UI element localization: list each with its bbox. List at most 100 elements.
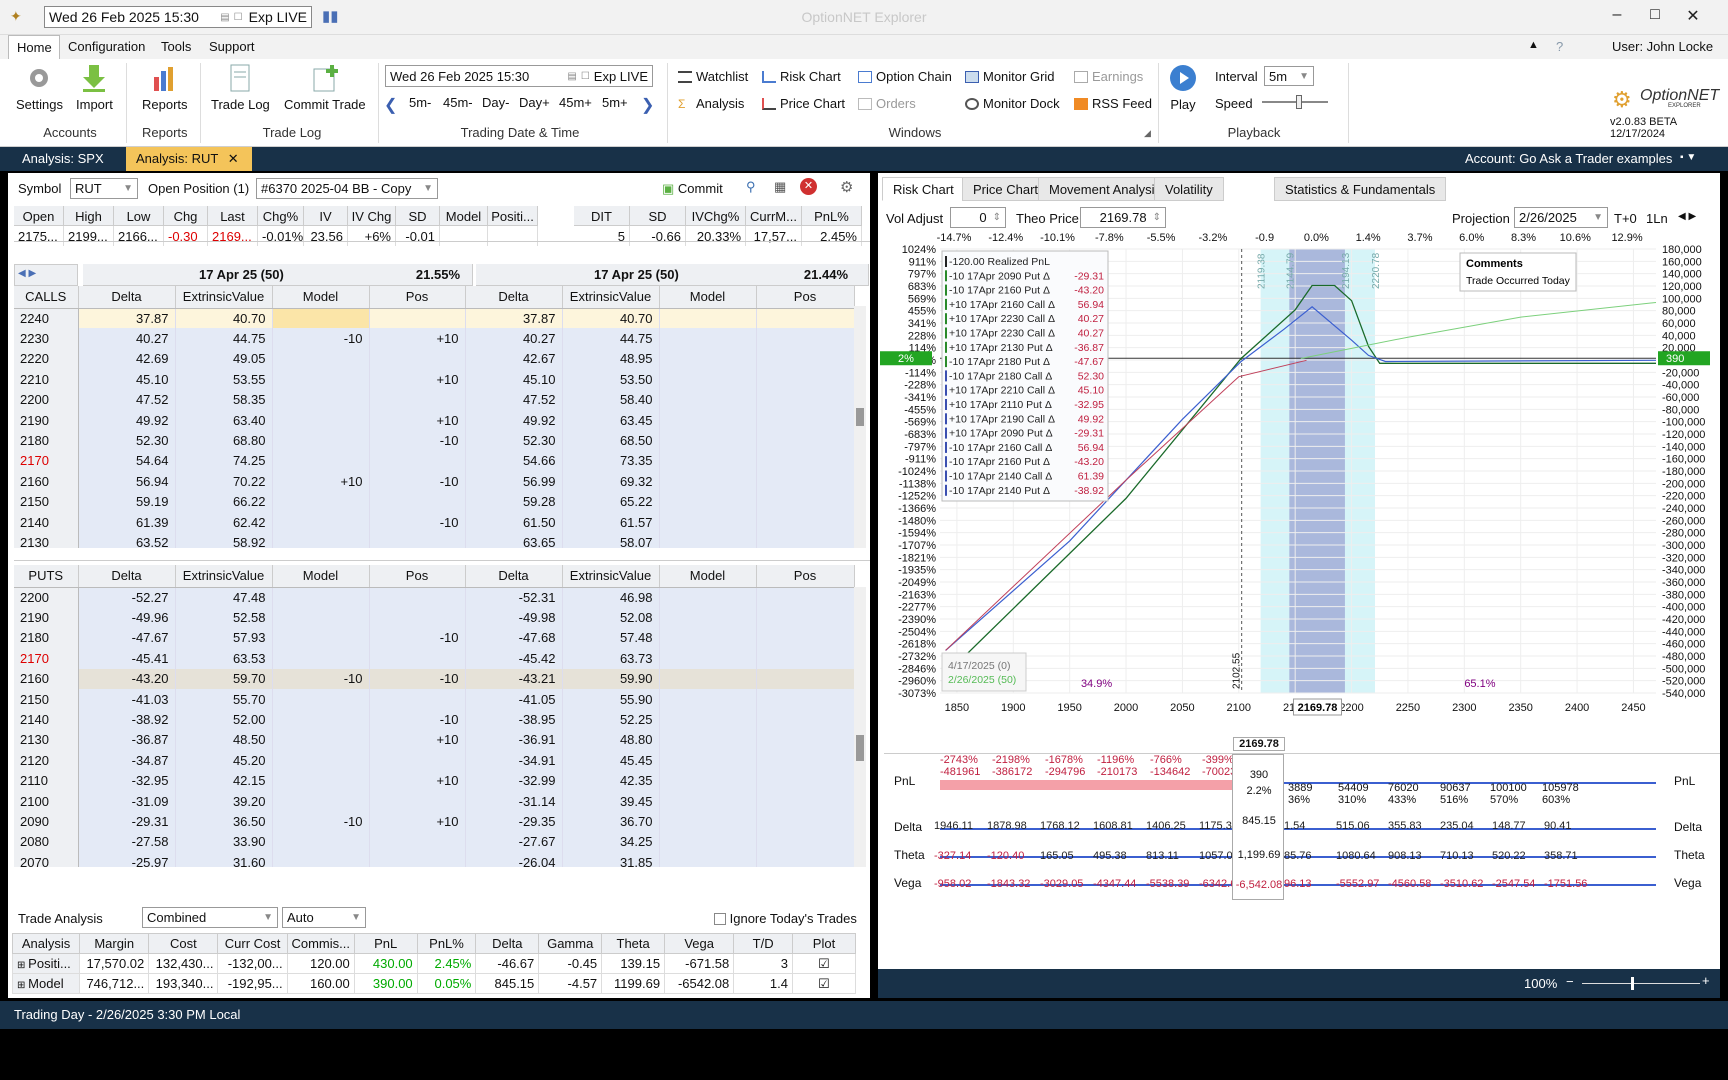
chain-cell[interactable] <box>756 750 855 771</box>
chain-cell[interactable] <box>659 852 757 867</box>
ta-column-header[interactable]: Curr Cost <box>217 933 288 954</box>
chain-cell[interactable]: -45.42 <box>465 648 563 669</box>
step-45m-forward[interactable]: 45m+ <box>559 95 592 110</box>
chain-cell[interactable]: -32.99 <box>465 770 563 791</box>
chain-cell[interactable]: -32.95 <box>78 770 176 791</box>
chain-cell[interactable]: 54.64 <box>78 450 176 472</box>
chain-cell[interactable]: 31.85 <box>562 852 660 867</box>
chain-cell[interactable]: -29.35 <box>465 811 563 832</box>
ta-column-header[interactable]: Analysis <box>11 933 81 954</box>
chain-cell[interactable] <box>272 729 370 751</box>
strike-cell[interactable]: 2140 <box>14 511 79 533</box>
chain-cell[interactable] <box>659 389 757 410</box>
chain-cell[interactable] <box>659 770 757 791</box>
t-plus-label[interactable]: T+0 <box>1614 211 1637 226</box>
chain-column-header[interactable]: Pos <box>369 286 466 309</box>
chain-row[interactable]: 2070 -25.97 31.60 -26.04 31.85 <box>14 852 855 867</box>
chain-cell[interactable]: 63.52 <box>78 532 176 548</box>
strike-cell[interactable]: 2230 <box>14 328 79 349</box>
chain-cell[interactable] <box>272 348 370 370</box>
chain-cell[interactable] <box>756 709 855 730</box>
chain-cell[interactable]: 74.25 <box>175 450 273 472</box>
chain-cell[interactable]: +10 <box>369 729 466 751</box>
delete-icon[interactable]: ✕ <box>800 178 817 195</box>
analysis-button[interactable]: Σ Analysis <box>678 96 744 111</box>
chain-cell[interactable] <box>272 688 370 710</box>
chain-row[interactable]: 2130 -36.87 48.50 +10 -36.91 48.80 <box>14 729 855 751</box>
chain-cell[interactable]: -10 <box>369 709 466 730</box>
ta-column-header[interactable]: Plot <box>791 933 857 954</box>
chain-cell[interactable] <box>272 532 370 548</box>
chain-cell[interactable]: -52.27 <box>78 587 176 608</box>
chain-cell[interactable]: 59.28 <box>465 491 563 512</box>
chain-row[interactable]: 2150 -41.03 55.70 -41.05 55.90 <box>14 688 855 710</box>
chain-cell[interactable] <box>272 852 370 867</box>
strike-cell[interactable]: 2190 <box>14 409 79 431</box>
chain-cell[interactable] <box>659 491 757 512</box>
chain-cell[interactable] <box>272 790 370 812</box>
chain-cell[interactable] <box>369 790 466 812</box>
ta-column-header[interactable]: Delta <box>475 933 540 954</box>
chain-cell[interactable] <box>272 511 370 533</box>
chain-cell[interactable] <box>369 532 466 548</box>
chain-row[interactable]: 2100 -31.09 39.20 -31.14 39.45 <box>14 790 855 812</box>
chain-cell[interactable]: -27.58 <box>78 831 176 853</box>
chain-cell[interactable] <box>756 627 855 649</box>
chain-cell[interactable]: 42.67 <box>465 348 563 370</box>
chain-cell[interactable] <box>272 587 370 608</box>
one-ln-label[interactable]: 1Ln <box>1646 211 1668 226</box>
reports-button[interactable]: Reports <box>142 63 188 112</box>
chain-row[interactable]: 2230 40.27 44.75 -10 +10 40.27 44.75 <box>14 328 855 349</box>
chain-cell[interactable] <box>756 831 855 853</box>
chain-cell[interactable]: 42.35 <box>562 770 660 791</box>
chain-cell[interactable]: 44.75 <box>175 328 273 349</box>
chain-cell[interactable] <box>756 491 855 512</box>
chain-cell[interactable] <box>272 648 370 669</box>
tab-statistics-fundamentals[interactable]: Statistics & Fundamentals <box>1274 177 1447 201</box>
chain-cell[interactable] <box>756 607 855 628</box>
tab-analysis-rut[interactable]: Analysis: RUT ✕ <box>126 147 252 171</box>
chain-cell[interactable]: 63.65 <box>465 532 563 548</box>
chain-cell[interactable]: 36.50 <box>175 811 273 832</box>
tab-risk-chart[interactable]: Risk Chart <box>882 177 965 201</box>
chain-row[interactable]: 2140 -38.92 52.00 -10 -38.95 52.25 <box>14 709 855 730</box>
trade-date-field[interactable]: Wed 26 Feb 2025 15:30 ▤ ☐ Exp LIVE <box>385 65 653 87</box>
ta-column-header[interactable]: PnL <box>353 933 418 954</box>
chain-cell[interactable]: +10 <box>369 770 466 791</box>
earnings-button[interactable]: Earnings <box>1074 69 1143 84</box>
chain-cell[interactable]: -10 <box>272 668 370 689</box>
chain-row[interactable]: 2180 -47.67 57.93 -10 -47.68 57.48 <box>14 627 855 649</box>
chain-cell[interactable]: 58.92 <box>175 532 273 548</box>
chain-cell[interactable] <box>659 627 757 649</box>
settings-button[interactable]: Settings <box>16 63 63 112</box>
chain-cell[interactable] <box>272 750 370 771</box>
chain-cell[interactable]: 53.55 <box>175 369 273 390</box>
chain-cell[interactable]: 65.22 <box>562 491 660 512</box>
chain-cell[interactable]: 37.87 <box>465 308 563 329</box>
chain-row[interactable]: 2140 61.39 62.42 -10 61.50 61.57 <box>14 511 855 533</box>
chain-cell[interactable] <box>756 729 855 751</box>
dropdown-icon[interactable]: ▪ ▼ <box>1680 152 1696 163</box>
ta-row[interactable]: ⊞ Model 746,712... 193,340... -192,95... 160… <box>11 973 857 994</box>
chain-cell[interactable] <box>369 348 466 370</box>
chain-cell[interactable]: -10 <box>369 511 466 533</box>
chain-cell[interactable]: 63.53 <box>175 648 273 669</box>
plot-checkbox[interactable]: ☑ <box>791 953 857 974</box>
step-forward-icon[interactable]: ❯ <box>641 95 654 115</box>
strike-cell[interactable]: 2200 <box>14 389 79 410</box>
chain-cell[interactable]: 45.10 <box>78 369 176 390</box>
chain-cell[interactable]: 48.80 <box>562 729 660 751</box>
chain-cell[interactable]: 48.50 <box>175 729 273 751</box>
chain-cell[interactable] <box>756 648 855 669</box>
gear-icon[interactable]: ⚙ <box>840 178 853 196</box>
commit-trade-button[interactable]: Commit Trade <box>284 63 366 112</box>
chain-row[interactable]: 2130 63.52 58.92 63.65 58.07 <box>14 532 855 548</box>
strike-cell[interactable]: 2190 <box>14 607 79 628</box>
layout-icon[interactable]: ▦ <box>774 179 786 195</box>
theo-price-input[interactable]: 2169.78 ⇕ <box>1080 207 1166 228</box>
strike-cell[interactable]: 2090 <box>14 811 79 832</box>
search-icon[interactable]: ⚲ <box>746 179 756 195</box>
chain-cell[interactable]: 63.45 <box>562 409 660 431</box>
chain-cell[interactable]: 39.45 <box>562 790 660 812</box>
chain-cell[interactable]: 44.75 <box>562 328 660 349</box>
